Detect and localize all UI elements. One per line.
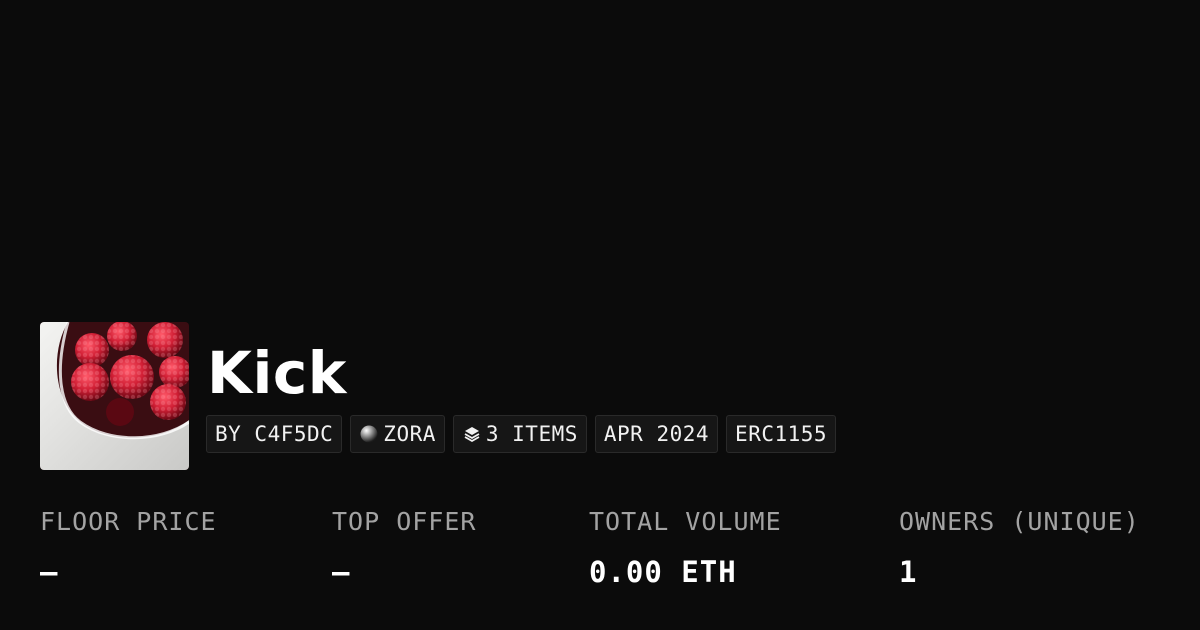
items-label: 3 ITEMS xyxy=(485,422,578,446)
date-label: APR 2024 xyxy=(603,422,710,446)
top-offer-value: – xyxy=(332,555,351,589)
raspberries-bowl-image xyxy=(40,322,189,470)
collection-thumbnail[interactable] xyxy=(40,322,189,470)
date-tag: APR 2024 xyxy=(594,415,719,453)
chain-label: ZORA xyxy=(383,422,436,446)
owners-stat: OWNERS (UNIQUE) 1 xyxy=(899,506,1140,588)
floor-price-label: FLOOR PRICE xyxy=(40,507,217,536)
total-volume-stat: TOTAL VOLUME 0.00 ETH xyxy=(589,506,782,588)
owners-value: 1 xyxy=(899,555,918,589)
creator-label: BY C4F5DC xyxy=(215,422,334,446)
collection-title: Kick xyxy=(207,339,347,407)
top-offer-stat: TOP OFFER – xyxy=(332,506,476,588)
items-tag[interactable]: 3 ITEMS xyxy=(452,415,587,453)
layers-icon xyxy=(462,424,482,444)
owners-label: OWNERS (UNIQUE) xyxy=(899,507,1140,536)
chain-tag[interactable]: ZORA xyxy=(350,415,445,453)
collection-card: Kick BY C4F5DC ZORA 3 ITEMS APR 2024 ERC… xyxy=(0,0,1200,630)
total-volume-value: 0.00 ETH xyxy=(589,555,737,589)
top-offer-label: TOP OFFER xyxy=(332,507,477,536)
standard-label: ERC1155 xyxy=(735,422,828,446)
floor-price-stat: FLOOR PRICE – xyxy=(40,506,217,588)
creator-tag[interactable]: BY C4F5DC xyxy=(206,415,343,453)
collection-tags: BY C4F5DC ZORA 3 ITEMS APR 2024 ERC1155 xyxy=(206,415,837,453)
floor-price-value: – xyxy=(40,555,59,589)
standard-tag: ERC1155 xyxy=(726,415,837,453)
total-volume-label: TOTAL VOLUME xyxy=(589,507,782,536)
zora-orb-icon xyxy=(359,424,379,444)
